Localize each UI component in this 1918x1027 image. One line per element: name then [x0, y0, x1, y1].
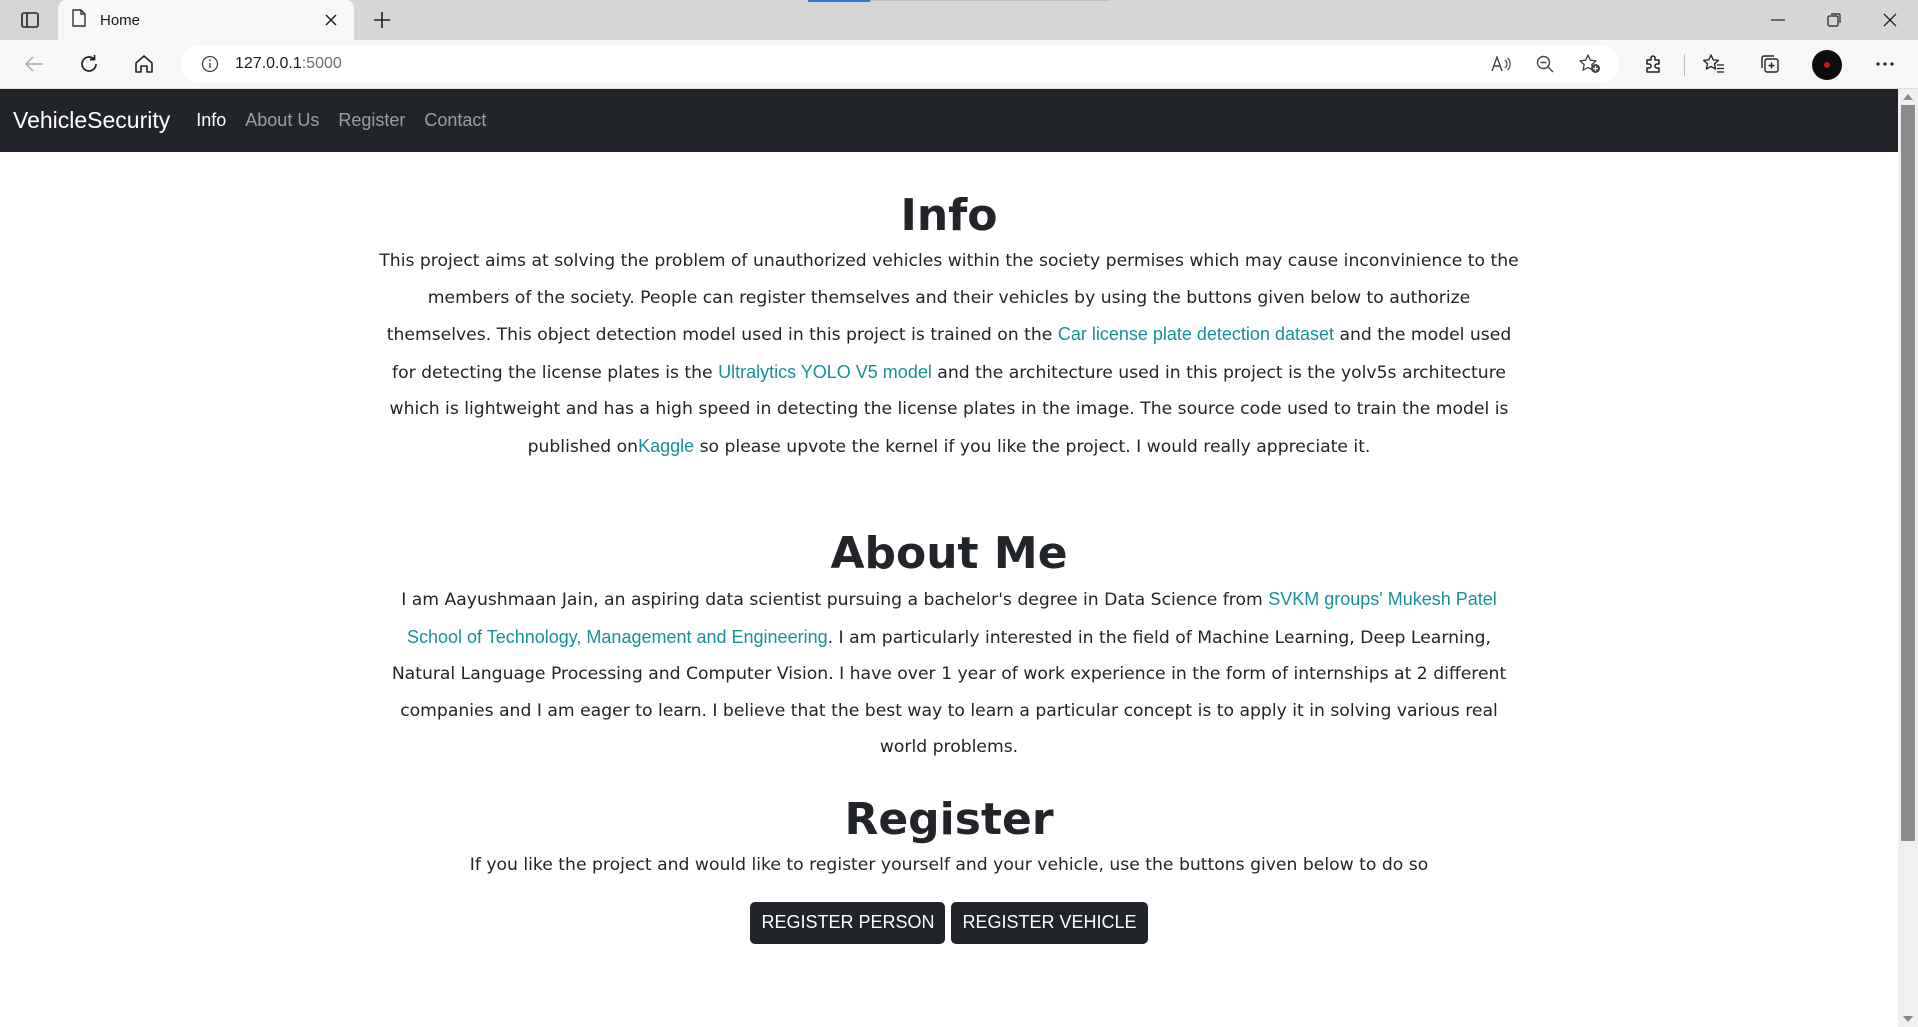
scroll-thumb[interactable] [1901, 105, 1915, 841]
restore-icon[interactable] [1806, 0, 1862, 40]
add-favorite-icon[interactable] [1577, 52, 1603, 76]
minimize-icon[interactable] [1750, 0, 1806, 40]
navbar-brand[interactable]: VehicleSecurity [13, 107, 170, 134]
close-icon[interactable] [320, 9, 342, 31]
site-navbar: VehicleSecurity Info About Us Register C… [0, 89, 1898, 152]
tab-actions-icon[interactable] [14, 7, 46, 33]
register-text: If you like the project and would like t… [469, 855, 1429, 875]
register-person-button[interactable]: REGISTER PERSON [750, 901, 946, 944]
about-text-2: . I am particularly interested in the fi… [391, 627, 1507, 758]
about-paragraph: I am Aayushmaan Jain, an aspiring data s… [374, 581, 1524, 766]
page-scrollbar[interactable] [1898, 89, 1918, 1027]
register-heading: Register [844, 794, 1054, 845]
tab-title: Home [100, 11, 141, 29]
url-host: 127.0.0.1 [235, 55, 302, 72]
window-close-icon[interactable] [1862, 0, 1918, 40]
zoom-out-icon[interactable] [1532, 52, 1558, 76]
collections-icon[interactable] [1753, 48, 1787, 80]
nav-link-contact[interactable]: Contact [424, 110, 486, 131]
info-section: Info This project aims at solving the pr… [0, 190, 1898, 466]
back-arrow-icon[interactable] [17, 48, 51, 80]
about-heading: About Me [830, 528, 1068, 579]
info-heading: Info [900, 190, 998, 241]
nav-link-register[interactable]: Register [338, 110, 405, 131]
info-paragraph: This project aims at solving the problem… [374, 243, 1524, 466]
avatar-dot [1824, 62, 1830, 68]
page-viewport: VehicleSecurity Info About Us Register C… [0, 89, 1898, 1027]
about-section: About Me I am Aayushmaan Jain, an aspiri… [0, 528, 1898, 766]
url-port: :5000 [301, 55, 342, 72]
register-vehicle-button[interactable]: REGISTER VEHICLE [951, 901, 1148, 944]
nav-link-about-us[interactable]: About Us [245, 110, 319, 131]
dataset-link[interactable]: Car license plate detection dataset [1058, 324, 1334, 344]
kaggle-link[interactable]: Kaggle [638, 436, 694, 456]
browser-toolbar: 127.0.0.1:5000 [0, 40, 1918, 89]
avatar[interactable] [1812, 50, 1842, 80]
register-buttons: REGISTER PERSON REGISTER VEHICLE [0, 901, 1898, 944]
yolo-link[interactable]: Ultralytics YOLO V5 model [718, 362, 932, 382]
browser-tab[interactable]: Home [58, 0, 354, 40]
loading-indicator [808, 0, 870, 2]
info-text-4: so please upvote the kernel if you like … [694, 436, 1371, 457]
extensions-icon[interactable] [1637, 48, 1671, 80]
plus-icon[interactable] [368, 6, 396, 34]
info-icon[interactable] [199, 53, 221, 75]
about-text-1: I am Aayushmaan Jain, an aspiring data s… [401, 590, 1269, 610]
read-aloud-icon[interactable] [1488, 52, 1514, 76]
more-icon[interactable] [1868, 48, 1902, 80]
loading-track [870, 0, 1110, 1]
home-icon[interactable] [127, 48, 161, 80]
address-bar[interactable]: 127.0.0.1:5000 [181, 45, 1619, 83]
nav-link-info[interactable]: Info [196, 110, 226, 131]
page-icon [72, 9, 86, 31]
tab-strip: Home [0, 0, 1918, 40]
scroll-up-icon[interactable] [1903, 94, 1913, 100]
register-section: Register If you like the project and wou… [0, 794, 1898, 944]
toolbar-divider [1684, 54, 1685, 76]
url-text: 127.0.0.1:5000 [235, 55, 342, 73]
favorites-icon[interactable] [1697, 48, 1731, 80]
refresh-icon[interactable] [72, 48, 106, 80]
scroll-down-icon[interactable] [1903, 1016, 1913, 1022]
